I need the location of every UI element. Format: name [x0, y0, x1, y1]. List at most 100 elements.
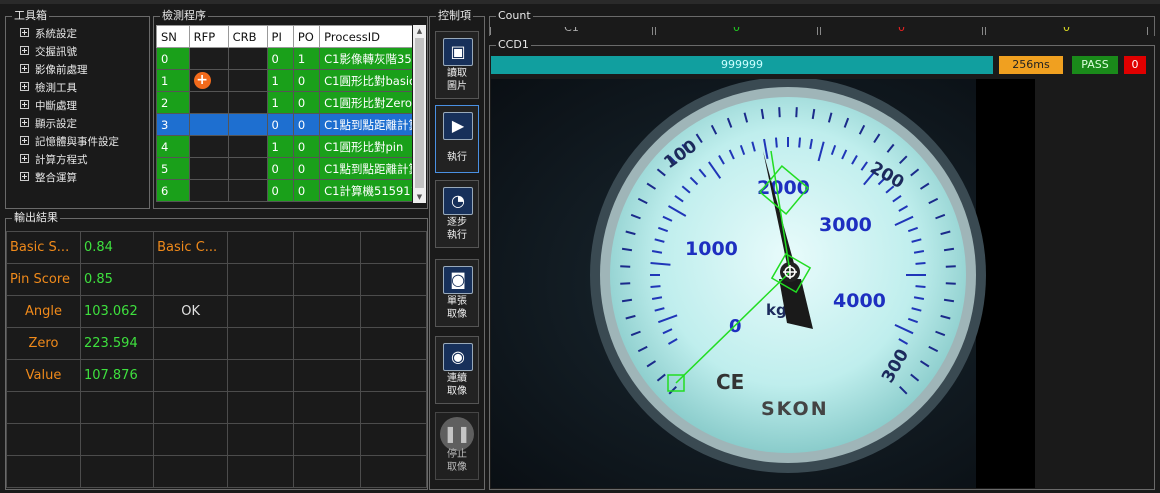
add-circle-icon[interactable]: +: [193, 72, 211, 89]
output-cell: [153, 391, 229, 424]
output-cell: [293, 327, 361, 360]
gauge-tick: [620, 282, 631, 285]
scroll-down-icon[interactable]: ▼: [413, 191, 426, 203]
gauge-label-0: 0: [729, 316, 742, 337]
output-grid: Basic S... 0.84 Basic C... Pin Score 0.85 Ang…: [6, 231, 428, 488]
table-cell: [188, 135, 229, 158]
toolbox-item-label: 中斷處理: [35, 100, 77, 112]
output-cell: [227, 295, 295, 328]
expand-plus-icon[interactable]: [20, 100, 29, 109]
output-row: [6, 423, 428, 456]
column-header[interactable]: PO: [292, 25, 321, 48]
toolbox-item[interactable]: 記憶體與事件設定: [20, 133, 119, 151]
toolbox-item[interactable]: 系統設定: [20, 25, 77, 43]
table-cell: C1點到點距離計算: [319, 157, 412, 180]
expand-plus-icon[interactable]: [20, 46, 29, 55]
output-row: Angle 103.062 OK: [6, 295, 428, 328]
control-button-1[interactable]: ▶ 執行: [435, 105, 479, 173]
camera-icon: ◙: [443, 266, 473, 294]
table-cell: [188, 113, 229, 136]
control-button-label: 讀取: [447, 68, 467, 79]
column-header[interactable]: ProcessID: [319, 25, 412, 48]
toolbox-item-label: 交握訊號: [35, 46, 77, 58]
output-cell: [293, 295, 361, 328]
table-cell: [188, 91, 229, 114]
table-cell: [227, 91, 268, 114]
table-cell: 0: [266, 113, 294, 136]
expand-plus-icon[interactable]: [20, 28, 29, 37]
gauge-tick: [774, 137, 778, 148]
table-cell: C1圓形比對basic: [319, 69, 412, 92]
table-cell: 0: [292, 157, 321, 180]
toolbox-item[interactable]: 中斷處理: [20, 97, 77, 115]
table-row[interactable]: 6 0 0 C1計算機515911: [156, 179, 412, 202]
gauge-tick: [798, 137, 802, 148]
table-row[interactable]: 0 0 1 C1影像轉灰階357: [156, 47, 412, 70]
gauge-image: 100 200 300 0 1000 2000 3000 4000 kg CE …: [491, 79, 1035, 488]
output-cell: [359, 455, 428, 488]
output-row: Zero 223.594: [6, 327, 428, 360]
gauge-tick: [945, 265, 956, 268]
output-row: Value 107.876: [6, 359, 428, 392]
table-cell: 0: [292, 179, 321, 202]
column-header[interactable]: CRB: [227, 25, 268, 48]
expand-plus-icon[interactable]: [20, 64, 29, 73]
toolbox-item[interactable]: 計算方程式: [20, 151, 88, 169]
toolbox-item[interactable]: 檢測工具: [20, 79, 77, 97]
gauge-tick: [650, 285, 661, 289]
output-cell: [153, 455, 229, 488]
image-icon: ▣: [443, 38, 473, 66]
status-bar: 999999: [491, 56, 993, 74]
toolbox-item[interactable]: 影像前處理: [20, 61, 88, 79]
count-title: Count: [496, 9, 533, 23]
table-cell: [227, 69, 268, 92]
expand-plus-icon[interactable]: [20, 82, 29, 91]
toolbox-item[interactable]: 交握訊號: [20, 43, 77, 61]
toolbox-item-label: 記憶體與事件設定: [35, 136, 119, 148]
expand-plus-icon[interactable]: [20, 154, 29, 163]
program-table-wrap: SN RFP CRB PI PO ProcessID 0 0 1 C1影像轉灰階357 1 +1 0 C…: [156, 25, 412, 203]
table-cell: 1: [266, 91, 294, 114]
table-row[interactable]: 2 1 0 C1圓形比對Zero: [156, 91, 412, 114]
table-cell: [227, 157, 268, 180]
table-row[interactable]: 5 0 0 C1點到點距離計算: [156, 157, 412, 180]
control-button-label: 執行: [447, 230, 467, 241]
control-button-2[interactable]: ◔ 逐步 執行: [435, 180, 479, 248]
control-button-label: 取像: [447, 386, 467, 397]
scroll-thumb[interactable]: [415, 38, 424, 188]
scroll-up-icon[interactable]: ▲: [413, 25, 426, 37]
expand-plus-icon[interactable]: [20, 136, 29, 145]
table-cell: 4: [156, 135, 190, 158]
camera-view[interactable]: 100 200 300 0 1000 2000 3000 4000 kg CE …: [491, 79, 1035, 488]
toolbox-item-label: 影像前處理: [35, 64, 88, 76]
table-row[interactable]: 1 +1 0 C1圓形比對basic: [156, 69, 412, 92]
output-title: 輸出結果: [12, 211, 60, 225]
control-button-3[interactable]: ◙ 單張 取像: [435, 259, 479, 327]
program-scrollbar[interactable]: ▲ ▼: [413, 25, 426, 203]
ng-count-badge: 0: [1124, 56, 1146, 74]
output-cell: [227, 423, 295, 456]
count-cell: 0: [985, 27, 1148, 35]
control-button-5[interactable]: ❚❚ 停止 取像: [435, 412, 479, 480]
table-row[interactable]: 4 1 0 C1圓形比對pin: [156, 135, 412, 158]
top-strip: [0, 0, 1160, 4]
output-cell: [293, 391, 361, 424]
toolbox-item[interactable]: 顯示設定: [20, 115, 77, 133]
output-cell: [227, 327, 295, 360]
column-header[interactable]: SN: [156, 25, 190, 48]
column-header[interactable]: RFP: [188, 25, 229, 48]
column-header[interactable]: PI: [266, 25, 294, 48]
output-cell: Angle: [6, 295, 81, 328]
gauge-ce-mark: CE: [716, 370, 744, 394]
toolbox-item[interactable]: 整合運算: [20, 169, 77, 187]
output-cell: [359, 391, 428, 424]
table-cell: 1: [266, 135, 294, 158]
table-row[interactable]: 3 0 0 C1點到點距離計算: [156, 113, 412, 136]
output-cell: [79, 391, 155, 424]
control-button-4[interactable]: ◉ 連續 取像: [435, 336, 479, 404]
table-cell: [188, 47, 229, 70]
gauge-tick: [915, 261, 926, 265]
control-button-0[interactable]: ▣ 讀取 圖片: [435, 31, 479, 99]
expand-plus-icon[interactable]: [20, 172, 29, 181]
expand-plus-icon[interactable]: [20, 118, 29, 127]
